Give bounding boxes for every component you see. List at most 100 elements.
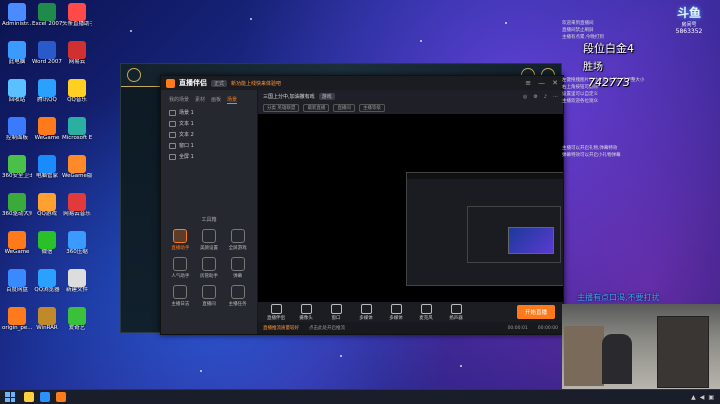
notification-icon[interactable]: ▣ <box>708 394 714 401</box>
desktop-icon-label: 微信 <box>41 249 53 255</box>
toolbar-button[interactable]: 扬声器 <box>446 303 466 321</box>
file-explorer-icon[interactable] <box>24 392 34 402</box>
desktop-icon[interactable]: 360压缩 <box>62 231 92 256</box>
tool-icon <box>173 285 188 299</box>
tool-item[interactable]: 主播日志 <box>167 285 194 307</box>
toolbar-button[interactable]: 窗口 <box>326 303 346 321</box>
subbar-chip[interactable]: 分类 英雄联盟 <box>263 104 300 112</box>
app-notice-link[interactable]: 新功能上线快来体验吧 <box>231 80 281 87</box>
settings-icon[interactable]: ⚙ <box>533 94 537 100</box>
desktop-icon[interactable]: Word 2007 <box>32 41 62 66</box>
eye-icon[interactable] <box>169 120 176 127</box>
tool-item[interactable]: 直播间 <box>196 285 223 307</box>
desktop-icon[interactable]: 新建文件 <box>62 269 92 294</box>
desktop-icon-label: 电脑管家 <box>35 173 58 179</box>
stream-title[interactable]: 三国上分中,加油撒有戏 <box>263 93 315 100</box>
eye-icon[interactable] <box>169 131 176 138</box>
toolbar-label: 麦克风 <box>419 315 433 321</box>
toolbar-icon <box>270 303 282 314</box>
desktop-icon[interactable]: WeGame <box>2 231 32 256</box>
browser-icon[interactable] <box>40 392 50 402</box>
streaming-app-task-icon[interactable] <box>56 392 66 402</box>
close-icon[interactable]: ✕ <box>552 79 558 87</box>
app-icon <box>8 3 26 21</box>
scene-item[interactable]: 全屏 1 <box>161 151 257 162</box>
tool-item[interactable]: 主播任务 <box>224 285 251 307</box>
scene-item[interactable]: 文本 1 <box>161 118 257 129</box>
desktop-icon[interactable]: WeGame <box>32 117 62 142</box>
toolbar-button[interactable]: 麦克风 <box>416 303 436 321</box>
app-icon <box>38 3 56 21</box>
desktop-icon[interactable]: 电脑管家 <box>32 155 62 180</box>
tool-label: 美颜设置 <box>199 246 218 251</box>
desktop-icon-label: QQ浏览器 <box>34 287 60 293</box>
chat-line: 直播间禁止刷屏 <box>562 28 594 33</box>
subbar-chip[interactable]: 最新直播 <box>303 104 330 112</box>
start-live-button[interactable]: 开始直播 <box>516 305 555 319</box>
desktop-icon[interactable]: QQ浏览器 <box>32 269 62 294</box>
eye-icon[interactable] <box>169 142 176 149</box>
desktop-icon[interactable]: 网易云 <box>62 41 92 66</box>
desktop-icon[interactable]: 此电脑 <box>2 41 32 66</box>
desktop-icon-label: 回收站 <box>8 97 26 103</box>
stream-preview[interactable] <box>258 114 563 309</box>
toolbar-button[interactable]: 多媒体 <box>356 303 376 321</box>
tool-item[interactable]: 全屏游戏 <box>224 229 251 251</box>
desktop-icon[interactable]: 控制面板 <box>2 117 32 142</box>
desktop-icon[interactable]: WeGame版 <box>62 155 92 180</box>
menu-icon[interactable]: ≡ <box>525 79 531 87</box>
desktop-icon[interactable]: 爱奇艺 <box>62 307 92 332</box>
desktop-icon[interactable]: 网易云音乐 <box>62 193 92 218</box>
left-tab[interactable]: 画板 <box>211 96 221 104</box>
stream-category-tag[interactable]: 游戏 <box>318 93 335 100</box>
scene-item[interactable]: 窗口 1 <box>161 140 257 151</box>
streaming-app-window[interactable]: 直播伴侣 正式 新功能上线快来体验吧 ≡ — ✕ 我的场景 素材 画板 场景 场景 1… <box>160 75 564 335</box>
tool-item[interactable]: 弹幕 <box>224 257 251 279</box>
tool-item[interactable]: 房管助手 <box>196 257 223 279</box>
desktop-icon[interactable]: 360安全卫士 <box>2 155 32 180</box>
toolbox-header: 工具箱 <box>201 217 217 223</box>
desktop-icon[interactable]: 360驱动大师 <box>2 193 32 218</box>
left-tab[interactable]: 场景 <box>227 96 238 104</box>
desktop-icon[interactable]: 百度网盘 <box>2 269 32 294</box>
more-icon[interactable]: ⋯ <box>553 94 558 100</box>
desktop-icon[interactable]: Excel 2007 <box>32 3 62 28</box>
wifi-icon[interactable]: ▲ <box>691 394 696 401</box>
tool-item[interactable]: 人气助手 <box>167 257 194 279</box>
tool-item[interactable]: 美颜设置 <box>196 229 223 251</box>
desktop-icon[interactable]: 微信 <box>32 231 62 256</box>
desktop-icon[interactable]: 头条直播助手 <box>62 3 92 28</box>
desktop-icon[interactable]: WinRAR <box>32 307 62 332</box>
minimize-icon[interactable]: — <box>538 79 545 87</box>
left-tabs: 我的场景 素材 画板 场景 <box>161 90 257 107</box>
toolbar-icon <box>300 303 312 314</box>
chat-line: 欢迎来到直播间 <box>562 21 594 26</box>
bell-icon[interactable]: ♪ <box>544 94 547 100</box>
desktop-icon[interactable]: Microsoft Edge <box>62 117 92 142</box>
start-button[interactable] <box>5 392 15 402</box>
eye-icon[interactable] <box>169 109 176 116</box>
volume-icon[interactable]: ◀ <box>700 394 705 401</box>
eye-icon[interactable] <box>169 153 176 160</box>
toolbar-button[interactable]: 直播伴侣 <box>266 303 286 321</box>
desktop-icon[interactable]: 腾讯QQ <box>32 79 62 104</box>
scene-item[interactable]: 文本 2 <box>161 129 257 140</box>
subbar-chip[interactable]: 直播间 <box>333 104 355 112</box>
desktop-icon[interactable]: Administr... <box>2 3 32 28</box>
status-text[interactable]: 点击此处开启推流 <box>309 325 345 331</box>
toolbar-button[interactable]: 多媒体 <box>386 303 406 321</box>
tool-label: 弹幕 <box>233 274 243 279</box>
toolbar-button[interactable]: 摄像头 <box>296 303 316 321</box>
left-tab[interactable]: 素材 <box>195 96 205 104</box>
subbar-chip[interactable]: 主播等级 <box>358 104 385 112</box>
desktop-icon[interactable]: QQ游戏 <box>32 193 62 218</box>
tool-item[interactable]: 直播助手 <box>167 229 194 251</box>
scene-item[interactable]: 场景 1 <box>161 107 257 118</box>
desktop-icon[interactable]: QQ音乐 <box>62 79 92 104</box>
scene-label: 全屏 1 <box>179 154 194 160</box>
desktop-icon[interactable]: 回收站 <box>2 79 32 104</box>
share-icon[interactable]: ◎ <box>523 94 527 100</box>
star <box>505 22 507 24</box>
left-tab[interactable]: 我的场景 <box>169 96 189 104</box>
desktop-icon[interactable]: origin_pe... <box>2 307 32 332</box>
